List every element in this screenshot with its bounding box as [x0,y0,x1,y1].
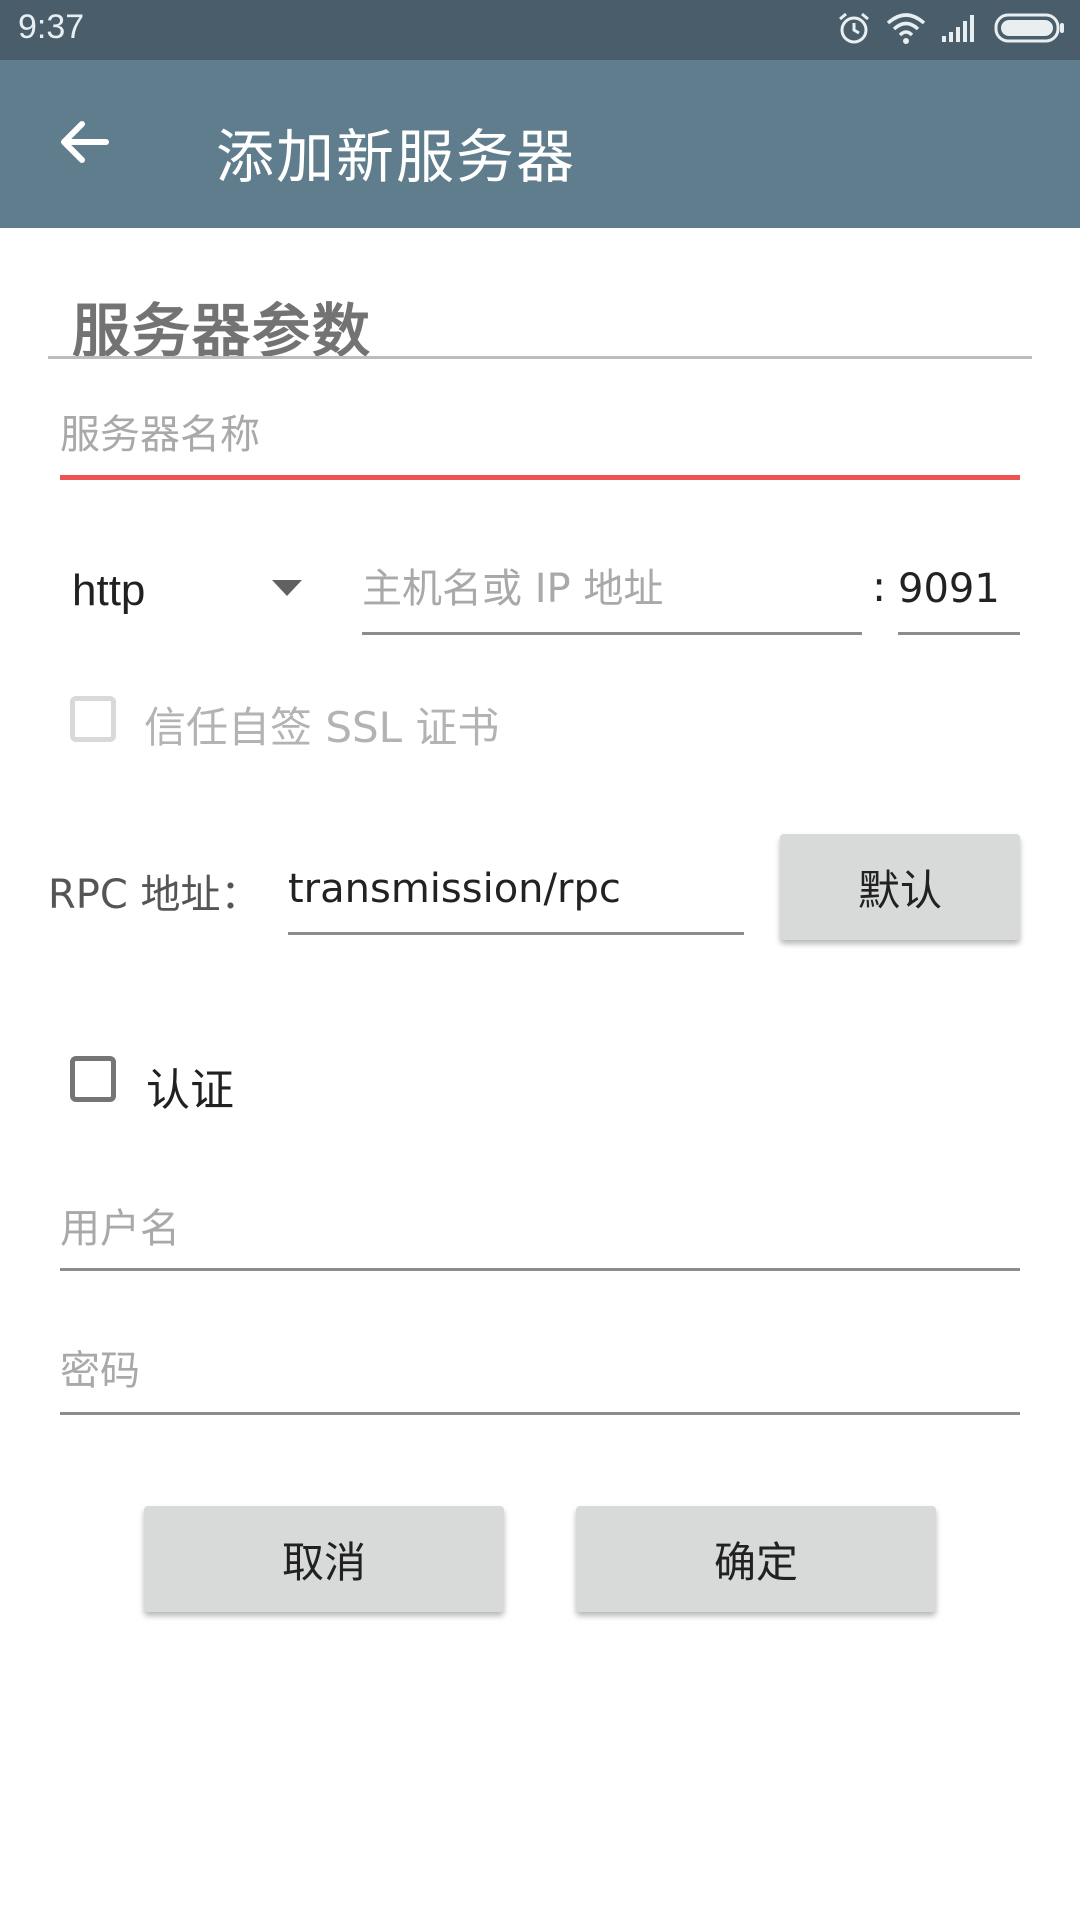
triangle-down-icon [272,580,302,602]
alarm-icon [836,10,872,50]
wifi-icon [886,11,926,49]
arrow-left-icon [56,114,112,174]
section-divider [48,356,1032,359]
username-underline [60,1268,1020,1271]
cancel-button[interactable]: 取消 [144,1506,504,1612]
back-button[interactable] [40,100,128,188]
signal-icon [940,12,980,48]
status-icons [836,10,1066,50]
protocol-value: http [72,566,146,615]
ssl-label: 信任自签 SSL 证书 [144,703,500,752]
host-input[interactable] [362,554,862,624]
auth-label: 认证 [146,1065,234,1116]
status-time: 9:37 [18,8,85,46]
port-separator: : [872,562,887,611]
protocol-dropdown[interactable]: http [72,556,302,626]
battery-icon [994,12,1066,48]
ssl-checkbox[interactable] [70,696,116,742]
server-name-input[interactable] [60,400,1020,470]
default-rpc-button[interactable]: 默认 [780,834,1020,940]
rpc-path-input[interactable] [288,854,744,924]
server-name-underline [60,475,1020,480]
password-input[interactable] [60,1336,1020,1406]
port-underline [898,632,1020,635]
confirm-button[interactable]: 确定 [576,1506,936,1612]
username-input[interactable] [60,1194,1020,1264]
rpc-label: RPC 地址： [48,872,261,918]
password-underline [60,1412,1020,1415]
host-underline [362,632,862,635]
page-title: 添加新服务器 [216,123,577,191]
rpc-underline [288,932,744,935]
port-input[interactable] [898,554,1020,624]
auth-checkbox[interactable] [70,1056,116,1102]
